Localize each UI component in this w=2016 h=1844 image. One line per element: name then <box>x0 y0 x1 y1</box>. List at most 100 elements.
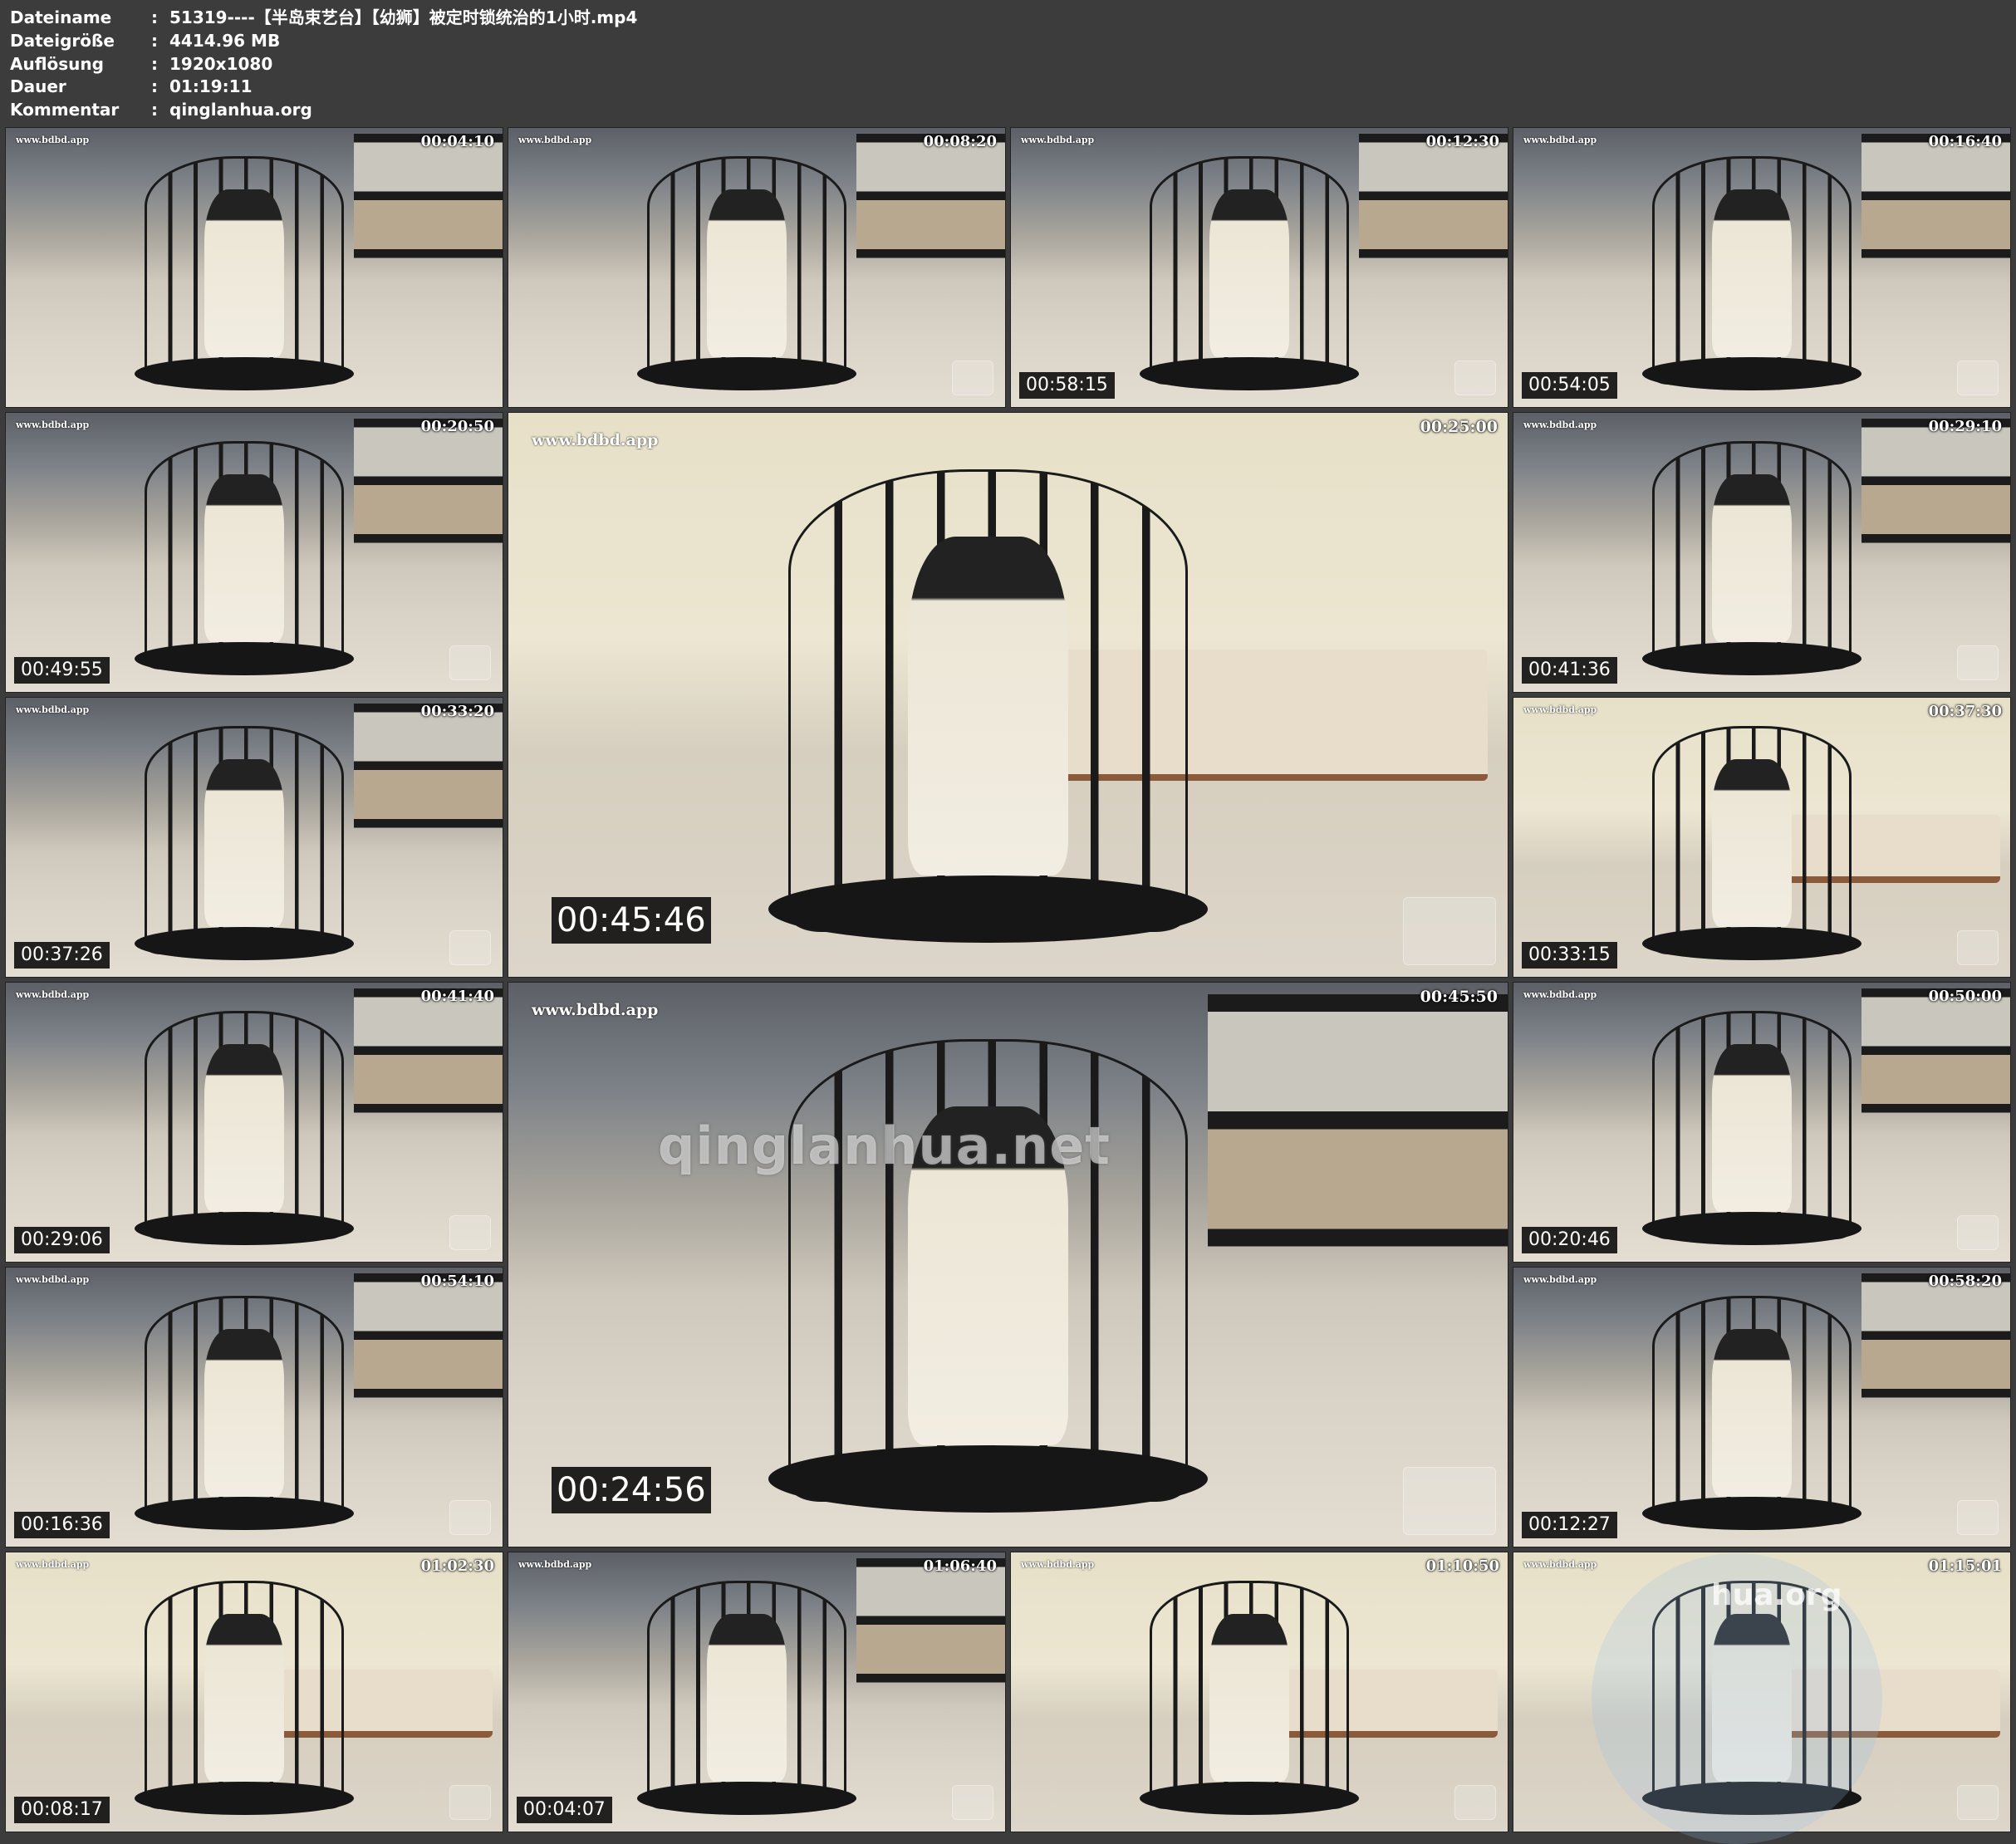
scene-figure <box>204 473 284 642</box>
meta-label: Auflösung <box>10 53 104 74</box>
file-info: Dateiname : 51319----【半岛束艺台】【幼狮】被定时锁统治的1… <box>10 7 637 122</box>
meta-value: 51319----【半岛束艺台】【幼狮】被定时锁统治的1小时.mp4 <box>169 7 638 27</box>
thumbnail[interactable]: www.bdbd.app 00:29:10 00:41:36 <box>1513 412 2011 693</box>
thumbnail-large[interactable]: www.bdbd.app 00:45:50 00:24:56 qinglanhu… <box>508 982 1508 1547</box>
frame-timecode: 00:45:50 <box>1420 988 1498 1006</box>
watermark: www.bdbd.app <box>1523 1274 1597 1285</box>
meta-row-filename: Dateiname : 51319----【半岛束艺台】【幼狮】被定时锁统治的1… <box>10 7 637 30</box>
watermark: www.bdbd.app <box>1523 419 1597 430</box>
watermark: www.bdbd.app <box>1523 704 1597 715</box>
studio-logo <box>449 1215 491 1250</box>
scene-figure <box>204 758 284 927</box>
meta-row-duration: Dauer : 01:19:11 <box>10 76 637 99</box>
scene-figure <box>204 1328 284 1497</box>
frame-timecode: 00:25:00 <box>1420 418 1498 436</box>
scene-figure <box>1712 1328 1792 1497</box>
watermark: www.bdbd.app <box>518 1559 592 1570</box>
meta-value: 01:19:11 <box>169 76 253 97</box>
thumbnail[interactable]: www.bdbd.app 00:12:30 00:58:15 <box>1010 127 1508 408</box>
thumbnail[interactable]: www.bdbd.app 00:04:10 <box>5 127 503 408</box>
scene-figure <box>908 537 1068 875</box>
scene-shelf <box>856 133 1005 279</box>
meta-colon: : <box>151 100 158 120</box>
corner-watermark-text: hua.org <box>1711 1578 1842 1612</box>
watermark: www.bdbd.app <box>16 1559 90 1570</box>
meta-colon: : <box>151 76 158 97</box>
frame-timecode: 00:08:20 <box>923 133 997 150</box>
remaining-timecode: 00:37:26 <box>14 942 110 969</box>
remaining-timecode: 00:08:17 <box>14 1797 110 1823</box>
thumbnail[interactable]: www.bdbd.app 00:58:20 00:12:27 <box>1513 1267 2011 1547</box>
studio-logo <box>1957 360 1999 395</box>
watermark: www.bdbd.app <box>532 431 659 449</box>
thumbnail[interactable]: www.bdbd.app 00:33:20 00:37:26 <box>5 697 503 978</box>
thumbnail[interactable]: www.bdbd.app 01:10:50 <box>1010 1552 1508 1832</box>
studio-logo <box>449 1500 491 1535</box>
frame-timecode: 00:12:30 <box>1425 133 1499 150</box>
thumbnail[interactable]: www.bdbd.app 00:08:20 <box>508 127 1006 408</box>
scene-figure <box>1712 189 1792 357</box>
scene-figure <box>707 1613 787 1782</box>
remaining-timecode: 00:16:36 <box>14 1512 110 1538</box>
scene-shelf <box>1861 988 2010 1134</box>
scene-shelf <box>1861 133 2010 279</box>
watermark: www.bdbd.app <box>1021 135 1095 145</box>
watermark: www.bdbd.app <box>518 135 592 145</box>
thumbnail[interactable]: www.bdbd.app 01:06:40 00:04:07 <box>508 1552 1006 1832</box>
frame-timecode: 01:02:30 <box>420 1557 494 1575</box>
thumbnail[interactable]: www.bdbd.app 00:50:00 00:20:46 <box>1513 982 2011 1263</box>
frame-timecode: 00:58:20 <box>1928 1273 2002 1290</box>
thumbnail[interactable]: www.bdbd.app 00:54:10 00:16:36 <box>5 1267 503 1547</box>
studio-logo <box>1957 1500 1999 1535</box>
scene-figure <box>1209 1613 1289 1782</box>
scene-figure <box>1712 1043 1792 1212</box>
studio-logo <box>449 645 491 680</box>
thumbnail[interactable]: www.bdbd.app 00:16:40 00:54:05 <box>1513 127 2011 408</box>
frame-timecode: 00:04:10 <box>420 133 494 150</box>
scene-shelf <box>1208 993 1508 1287</box>
scene-shelf <box>1861 418 2010 564</box>
meta-row-comment: Kommentar : qinglanhua.org <box>10 99 637 122</box>
remaining-timecode: 00:24:56 <box>552 1467 711 1513</box>
scene-cage-base <box>1642 1496 1861 1530</box>
remaining-timecode: 00:29:06 <box>14 1227 110 1253</box>
watermark: www.bdbd.app <box>16 1274 90 1285</box>
thumbnail[interactable]: www.bdbd.app 00:37:30 00:33:15 <box>1513 697 2011 978</box>
thumbnail[interactable]: www.bdbd.app 01:02:30 00:08:17 <box>5 1552 503 1832</box>
frame-timecode: 00:16:40 <box>1928 133 2002 150</box>
meta-colon: : <box>151 30 158 51</box>
frame-timecode: 00:54:10 <box>420 1273 494 1290</box>
frame-timecode: 01:10:50 <box>1425 1557 1499 1575</box>
scene-cage-base <box>768 1444 1209 1513</box>
scene-cage-base <box>1642 1211 1861 1245</box>
remaining-timecode: 00:49:55 <box>14 657 110 684</box>
watermark: www.bdbd.app <box>16 419 90 430</box>
studio-logo <box>1957 645 1999 680</box>
scene-cage-base <box>1642 356 1861 390</box>
thumbnail-large[interactable]: www.bdbd.app 00:25:00 00:45:46 <box>508 412 1508 978</box>
scene-shelf <box>1861 1273 2010 1419</box>
studio-logo <box>952 1785 993 1820</box>
studio-logo <box>952 360 993 395</box>
meta-colon: : <box>151 7 158 27</box>
watermark: www.bdbd.app <box>532 1001 659 1019</box>
meta-label: Dateiname <box>10 7 112 27</box>
frame-timecode: 00:20:50 <box>420 418 494 435</box>
thumbnail[interactable]: www.bdbd.app 00:20:50 00:49:55 <box>5 412 503 693</box>
scene-cage-base <box>135 1211 354 1245</box>
thumbnail[interactable]: www.bdbd.app 00:41:40 00:29:06 <box>5 982 503 1263</box>
scene-cage-base <box>135 926 354 960</box>
scene-figure <box>204 1043 284 1212</box>
scene-cage-base <box>135 1781 354 1815</box>
meta-colon: : <box>151 53 158 74</box>
scene-cage-base <box>1140 356 1359 390</box>
remaining-timecode: 00:58:15 <box>1019 372 1115 399</box>
studio-logo <box>1957 1785 1999 1820</box>
studio-logo <box>449 930 491 965</box>
scene-shelf <box>856 1557 1005 1704</box>
remaining-timecode: 00:04:07 <box>517 1797 612 1823</box>
scene-cage-base <box>135 641 354 675</box>
scene-shelf <box>353 133 503 279</box>
remaining-timecode: 00:12:27 <box>1522 1512 1617 1538</box>
meta-value: qinglanhua.org <box>169 100 312 120</box>
